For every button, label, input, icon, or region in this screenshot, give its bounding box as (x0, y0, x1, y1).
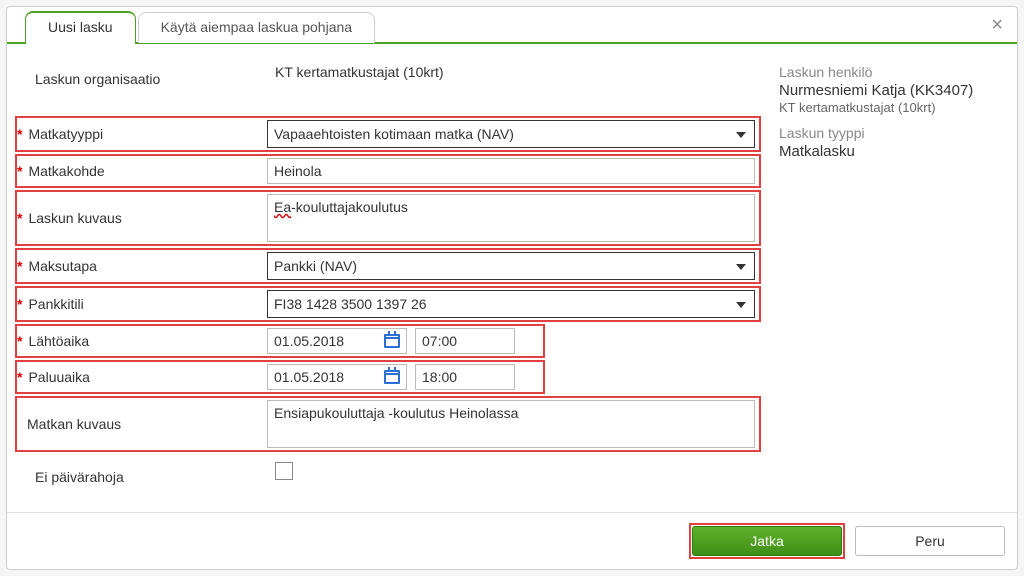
side-person-value: Nurmesniemi Katja (KK3407) (779, 82, 1009, 99)
trip-description-value: Ensiapukouluttaja -koulutus Heinolassa (274, 405, 518, 421)
label-no-allowance: Ei päivärahoja (25, 462, 275, 492)
no-allowance-checkbox[interactable] (275, 462, 293, 480)
dialog: × Uusi lasku Käytä aiempaa laskua pohjan… (6, 6, 1018, 570)
row-no-allowance: Ei päivärahoja (15, 454, 761, 496)
label-departure: Lähtöaika (17, 326, 267, 356)
bank-select[interactable]: FI38 1428 3500 1397 26 (267, 290, 755, 318)
row-trip-type: Matkatyyppi Vapaaehtoisten kotimaan matk… (15, 116, 761, 152)
row-description: Laskun kuvaus Ea-kouluttajakoulutus (15, 190, 761, 246)
close-icon[interactable]: × (991, 15, 1003, 35)
cancel-button[interactable]: Peru (855, 526, 1005, 556)
row-organisation: Laskun organisaatio KT kertamatkustajat … (15, 60, 761, 98)
tabs: Uusi lasku Käytä aiempaa laskua pohjana (7, 7, 1017, 43)
label-destination: Matkakohde (17, 156, 267, 186)
sidebar: Laskun henkilö Nurmesniemi Katja (KK3407… (761, 60, 1009, 512)
label-organisation: Laskun organisaatio (25, 64, 275, 94)
label-description: Laskun kuvaus (17, 192, 267, 244)
departure-time-input[interactable]: 07:00 (415, 328, 515, 354)
departure-time-value: 07:00 (422, 333, 457, 349)
trip-type-value: Vapaaehtoisten kotimaan matka (NAV) (274, 126, 514, 142)
tab-new-invoice[interactable]: Uusi lasku (25, 11, 136, 43)
side-person-label: Laskun henkilö (779, 64, 1009, 80)
side-type-value: Matkalasku (779, 143, 1009, 160)
label-payment: Maksutapa (17, 250, 267, 282)
label-return: Paluuaika (17, 362, 267, 392)
tab-use-previous[interactable]: Käytä aiempaa laskua pohjana (138, 12, 375, 43)
label-trip-description: Matkan kuvaus (17, 398, 267, 450)
return-time-value: 18:00 (422, 369, 457, 385)
payment-value: Pankki (NAV) (274, 258, 357, 274)
description-input[interactable]: Ea-kouluttajakoulutus (267, 194, 755, 242)
departure-date-value: 01.05.2018 (274, 333, 344, 349)
row-destination: Matkakohde Heinola (15, 154, 761, 188)
value-organisation: KT kertamatkustajat (10krt) (275, 64, 761, 80)
departure-date-input[interactable]: 01.05.2018 (267, 328, 407, 354)
payment-select[interactable]: Pankki (NAV) (267, 252, 755, 280)
continue-button[interactable]: Jatka (692, 526, 842, 556)
row-payment: Maksutapa Pankki (NAV) (15, 248, 761, 284)
return-date-input[interactable]: 01.05.2018 (267, 364, 407, 390)
row-departure: Lähtöaika 01.05.2018 07:00 (15, 324, 545, 358)
form: Laskun organisaatio KT kertamatkustajat … (15, 60, 761, 512)
return-date-value: 01.05.2018 (274, 369, 344, 385)
side-type-label: Laskun tyyppi (779, 125, 1009, 141)
trip-description-input[interactable]: Ensiapukouluttaja -koulutus Heinolassa (267, 400, 755, 448)
label-trip-type: Matkatyyppi (17, 118, 267, 150)
calendar-icon[interactable] (384, 370, 400, 384)
destination-value: Heinola (274, 163, 321, 179)
description-value-prefix: Ea (274, 199, 291, 215)
return-time-input[interactable]: 18:00 (415, 364, 515, 390)
label-bank: Pankkitili (17, 288, 267, 320)
content: Laskun organisaatio KT kertamatkustajat … (7, 44, 1017, 512)
destination-input[interactable]: Heinola (267, 158, 755, 184)
continue-highlight: Jatka (689, 523, 845, 559)
calendar-icon[interactable] (384, 334, 400, 348)
row-trip-description: Matkan kuvaus Ensiapukouluttaja -koulutu… (15, 396, 761, 452)
footer: Jatka Peru (7, 512, 1017, 569)
row-bank: Pankkitili FI38 1428 3500 1397 26 (15, 286, 761, 322)
bank-value: FI38 1428 3500 1397 26 (274, 296, 427, 312)
description-value-rest: -kouluttajakoulutus (291, 199, 408, 215)
row-return: Paluuaika 01.05.2018 18:00 (15, 360, 545, 394)
side-person-sub: KT kertamatkustajat (10krt) (779, 100, 1009, 115)
trip-type-select[interactable]: Vapaaehtoisten kotimaan matka (NAV) (267, 120, 755, 148)
